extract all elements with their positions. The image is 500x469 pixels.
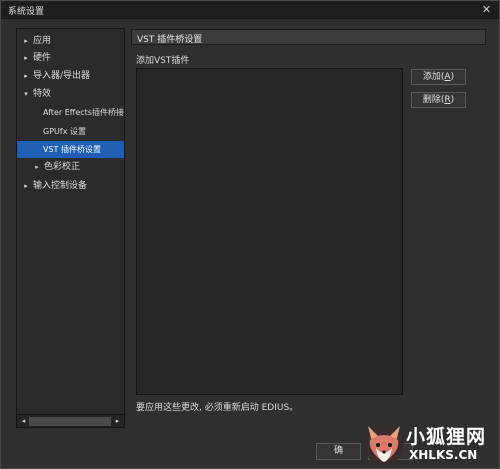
expand-arrow-icon[interactable]: ▸ <box>33 159 41 176</box>
settings-tree: ▸ 应用 ▸ 硬件 ▸ 导入器/导出器 ▾ 特效 After Effects插件… <box>16 28 125 428</box>
watermark-en-text: XHLKS.CN <box>409 448 478 462</box>
tree-item-label: 硬件 <box>33 53 52 63</box>
fox-logo-icon <box>364 425 404 465</box>
tree-item-label: VST 插件桥设置 <box>43 145 101 154</box>
tree-item-hardware[interactable]: ▸ 硬件 <box>17 50 124 67</box>
remove-button-label: 删除 <box>422 95 441 105</box>
expand-arrow-icon[interactable]: ▸ <box>22 33 30 50</box>
tree-item-label: 应用 <box>33 36 52 46</box>
tree-item-importer-exporter[interactable]: ▸ 导入器/导出器 <box>17 68 124 85</box>
panel-title: VST 插件桥设置 <box>137 35 203 45</box>
close-icon[interactable]: ✕ <box>480 3 493 16</box>
scroll-right-icon[interactable]: ▸ <box>112 416 123 427</box>
expand-arrow-icon[interactable]: ▸ <box>22 178 30 195</box>
ok-button[interactable]: 确 <box>316 443 361 460</box>
collapse-arrow-icon[interactable]: ▾ <box>22 86 30 103</box>
tree-item-input-control[interactable]: ▸ 输入控制设备 <box>17 178 124 195</box>
system-settings-dialog: 系统设置 ✕ ▸ 应用 ▸ 硬件 ▸ 导入器/导出器 ▾ 特效 After Ef… <box>0 0 500 469</box>
horizontal-scrollbar[interactable]: ◂ ▸ <box>17 414 124 427</box>
tree-item-color-correction[interactable]: ▸ 色彩校正 <box>17 159 124 176</box>
tree-item-vst-bridge[interactable]: VST 插件桥设置 <box>17 141 124 158</box>
panel-header: VST 插件桥设置 <box>131 29 486 45</box>
vst-plugin-list[interactable] <box>136 68 403 395</box>
tree-item-label: 特效 <box>33 89 52 99</box>
add-vst-plugin-label: 添加VST插件 <box>136 56 190 66</box>
tree-item-label: 色彩校正 <box>44 162 81 172</box>
scrollbar-thumb[interactable] <box>29 417 111 426</box>
tree-item-effects[interactable]: ▾ 特效 <box>17 86 124 103</box>
watermark-cn-text: 小狐狸网 <box>406 426 487 448</box>
add-button-label: 添加 <box>422 72 441 82</box>
expand-arrow-icon[interactable]: ▸ <box>22 50 30 67</box>
expand-arrow-icon[interactable]: ▸ <box>22 68 30 85</box>
tree-item-after-effects-bridge[interactable]: After Effects插件桥接 <box>17 104 124 121</box>
tree-item-label: GPUfx 设置 <box>43 127 86 136</box>
tree-item-label: After Effects插件桥接 <box>43 108 124 117</box>
title-bar: 系统设置 ✕ <box>1 1 499 19</box>
add-button-shortcut: A <box>444 72 451 82</box>
add-button[interactable]: 添加(A) <box>411 69 466 85</box>
window-title: 系统设置 <box>8 7 45 17</box>
watermark-logo: 小狐狸网 XHLKS.CN <box>362 418 500 469</box>
remove-button[interactable]: 删除(R) <box>411 92 466 108</box>
tree-item-app[interactable]: ▸ 应用 <box>17 33 124 50</box>
tree-item-gpufx[interactable]: GPUfx 设置 <box>17 123 124 140</box>
remove-button-shortcut: R <box>444 95 451 105</box>
restart-notice: 要应用这些更改, 必须重新启动 EDIUS。 <box>136 403 299 413</box>
tree-item-label: 输入控制设备 <box>33 181 88 191</box>
scroll-left-icon[interactable]: ◂ <box>18 416 29 427</box>
tree-item-label: 导入器/导出器 <box>33 71 91 81</box>
